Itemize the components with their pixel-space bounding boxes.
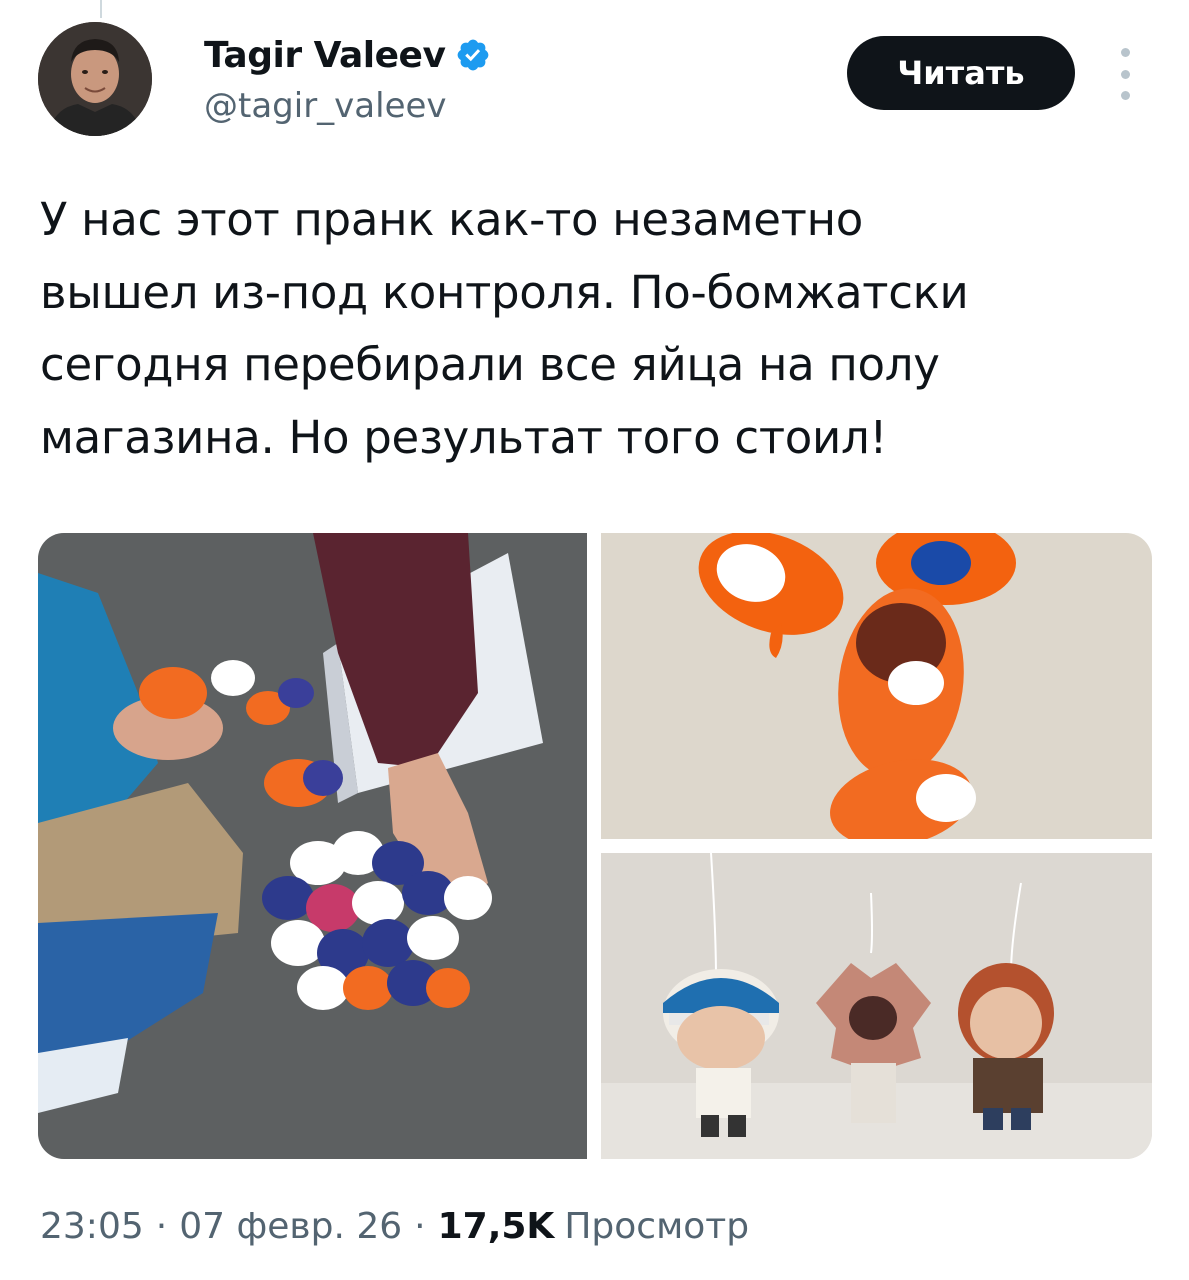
more-dot bbox=[1120, 48, 1130, 57]
tweet-date[interactable]: 07 февр. 26 bbox=[179, 1206, 402, 1247]
tweet-time[interactable]: 23:05 bbox=[40, 1206, 144, 1247]
tweet-meta: 23:05 · 07 февр. 26 · 17,5K Просмотр bbox=[40, 1206, 749, 1247]
author-name[interactable]: Tagir Valeev bbox=[204, 35, 446, 76]
photo-figurines[interactable] bbox=[601, 853, 1152, 1159]
photo-kinder-eggs-closeup[interactable] bbox=[601, 533, 1152, 839]
more-vertical-icon[interactable] bbox=[1112, 48, 1138, 100]
verified-badge-icon bbox=[458, 39, 489, 71]
meta-separator: · bbox=[414, 1206, 426, 1247]
author-name-row: Tagir Valeev bbox=[204, 30, 491, 80]
thread-connector-line bbox=[100, 0, 102, 18]
tweet-text: У нас этот пранк как-то незаметно вышел … bbox=[40, 193, 969, 464]
author-block: Tagir Valeev @tagir_valeev bbox=[204, 30, 491, 126]
views-count[interactable]: 17,5K bbox=[438, 1206, 555, 1247]
photo-eggs-on-floor[interactable] bbox=[38, 533, 587, 1159]
meta-separator: · bbox=[155, 1206, 168, 1247]
media-grid bbox=[38, 533, 1152, 1159]
views-label[interactable]: Просмотр bbox=[564, 1206, 749, 1247]
avatar[interactable] bbox=[38, 22, 152, 136]
more-dot bbox=[1120, 69, 1130, 79]
author-handle[interactable]: @tagir_valeev bbox=[204, 86, 491, 126]
follow-button[interactable]: Читать bbox=[847, 36, 1075, 110]
more-dot bbox=[1120, 91, 1130, 100]
